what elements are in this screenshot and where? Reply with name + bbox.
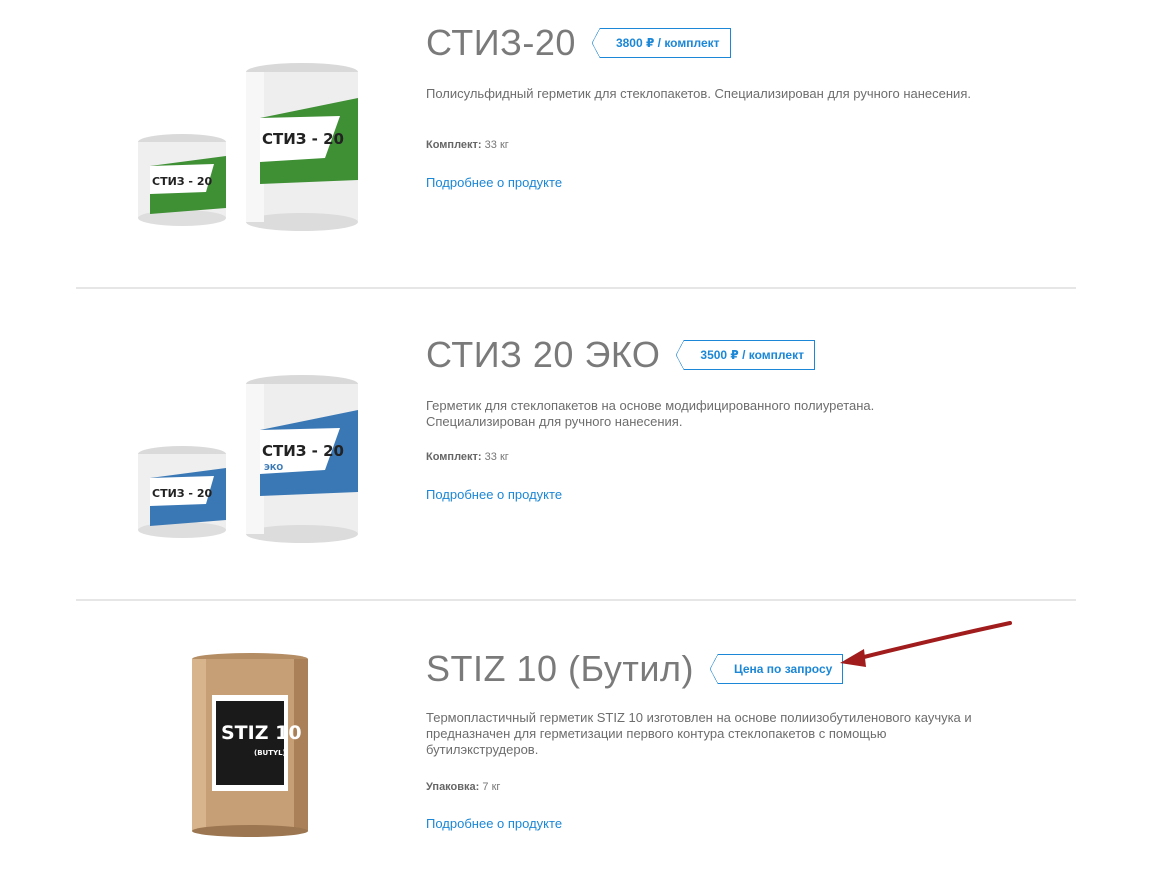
product-image[interactable]: STIZ 10 (BUTYL) <box>150 653 350 839</box>
spec-label: Упаковка: <box>426 781 480 793</box>
product-spec: Комплект: 33 кг <box>426 451 509 463</box>
svg-text:СТИЗ - 20: СТИЗ - 20 <box>152 175 212 188</box>
spec-value: 33 кг <box>484 451 509 463</box>
spec-value: 33 кг <box>484 139 509 151</box>
product-card: СТИЗ - 20 ЭКО СТИЗ - 20 СТИЗ 20 ЭКО 3500… <box>0 289 1159 600</box>
product-description: Полисульфидный герметик для стеклопакето… <box>426 86 971 101</box>
svg-text:ЭКО: ЭКО <box>264 463 283 472</box>
product-title: STIZ 10 (Бутил) <box>426 648 694 689</box>
svg-text:(BUTYL): (BUTYL) <box>254 749 286 757</box>
price-badge: 3500 ₽ / комплект <box>676 340 815 370</box>
product-details-link[interactable]: Подробнее о продукте <box>426 816 562 831</box>
svg-text:STIZ 10: STIZ 10 <box>221 722 302 744</box>
product-title: СТИЗ 20 ЭКО <box>426 334 661 375</box>
svg-text:СТИЗ - 20: СТИЗ - 20 <box>262 442 344 460</box>
svg-text:СТИЗ - 20: СТИЗ - 20 <box>262 130 344 148</box>
product-details-link[interactable]: Подробнее о продукте <box>426 175 562 190</box>
price-badge: 3800 ₽ / комплект <box>591 28 731 58</box>
product-description: Термопластичный герметик STIZ 10 изготов… <box>426 710 972 757</box>
spec-label: Комплект: <box>426 451 482 463</box>
svg-text:СТИЗ - 20: СТИЗ - 20 <box>152 487 212 500</box>
product-title: СТИЗ-20 <box>426 22 576 63</box>
product-spec: Комплект: 33 кг <box>426 139 509 151</box>
price-badge: Цена по запросу <box>709 654 844 684</box>
product-card: СТИЗ - 20 СТИЗ - 20 СТИЗ-20 3800 ₽ / ком… <box>0 0 1159 288</box>
product-description: Герметик для стеклопакетов на основе мод… <box>426 398 875 429</box>
product-spec: Упаковка: 7 кг <box>426 781 500 793</box>
spec-label: Комплект: <box>426 139 482 151</box>
spec-value: 7 кг <box>482 781 501 793</box>
product-image[interactable]: СТИЗ - 20 СТИЗ - 20 <box>130 58 370 238</box>
red-arrow-pointer-icon <box>840 621 1012 667</box>
product-details-link[interactable]: Подробнее о продукте <box>426 487 562 502</box>
product-image[interactable]: СТИЗ - 20 ЭКО СТИЗ - 20 <box>130 370 370 550</box>
